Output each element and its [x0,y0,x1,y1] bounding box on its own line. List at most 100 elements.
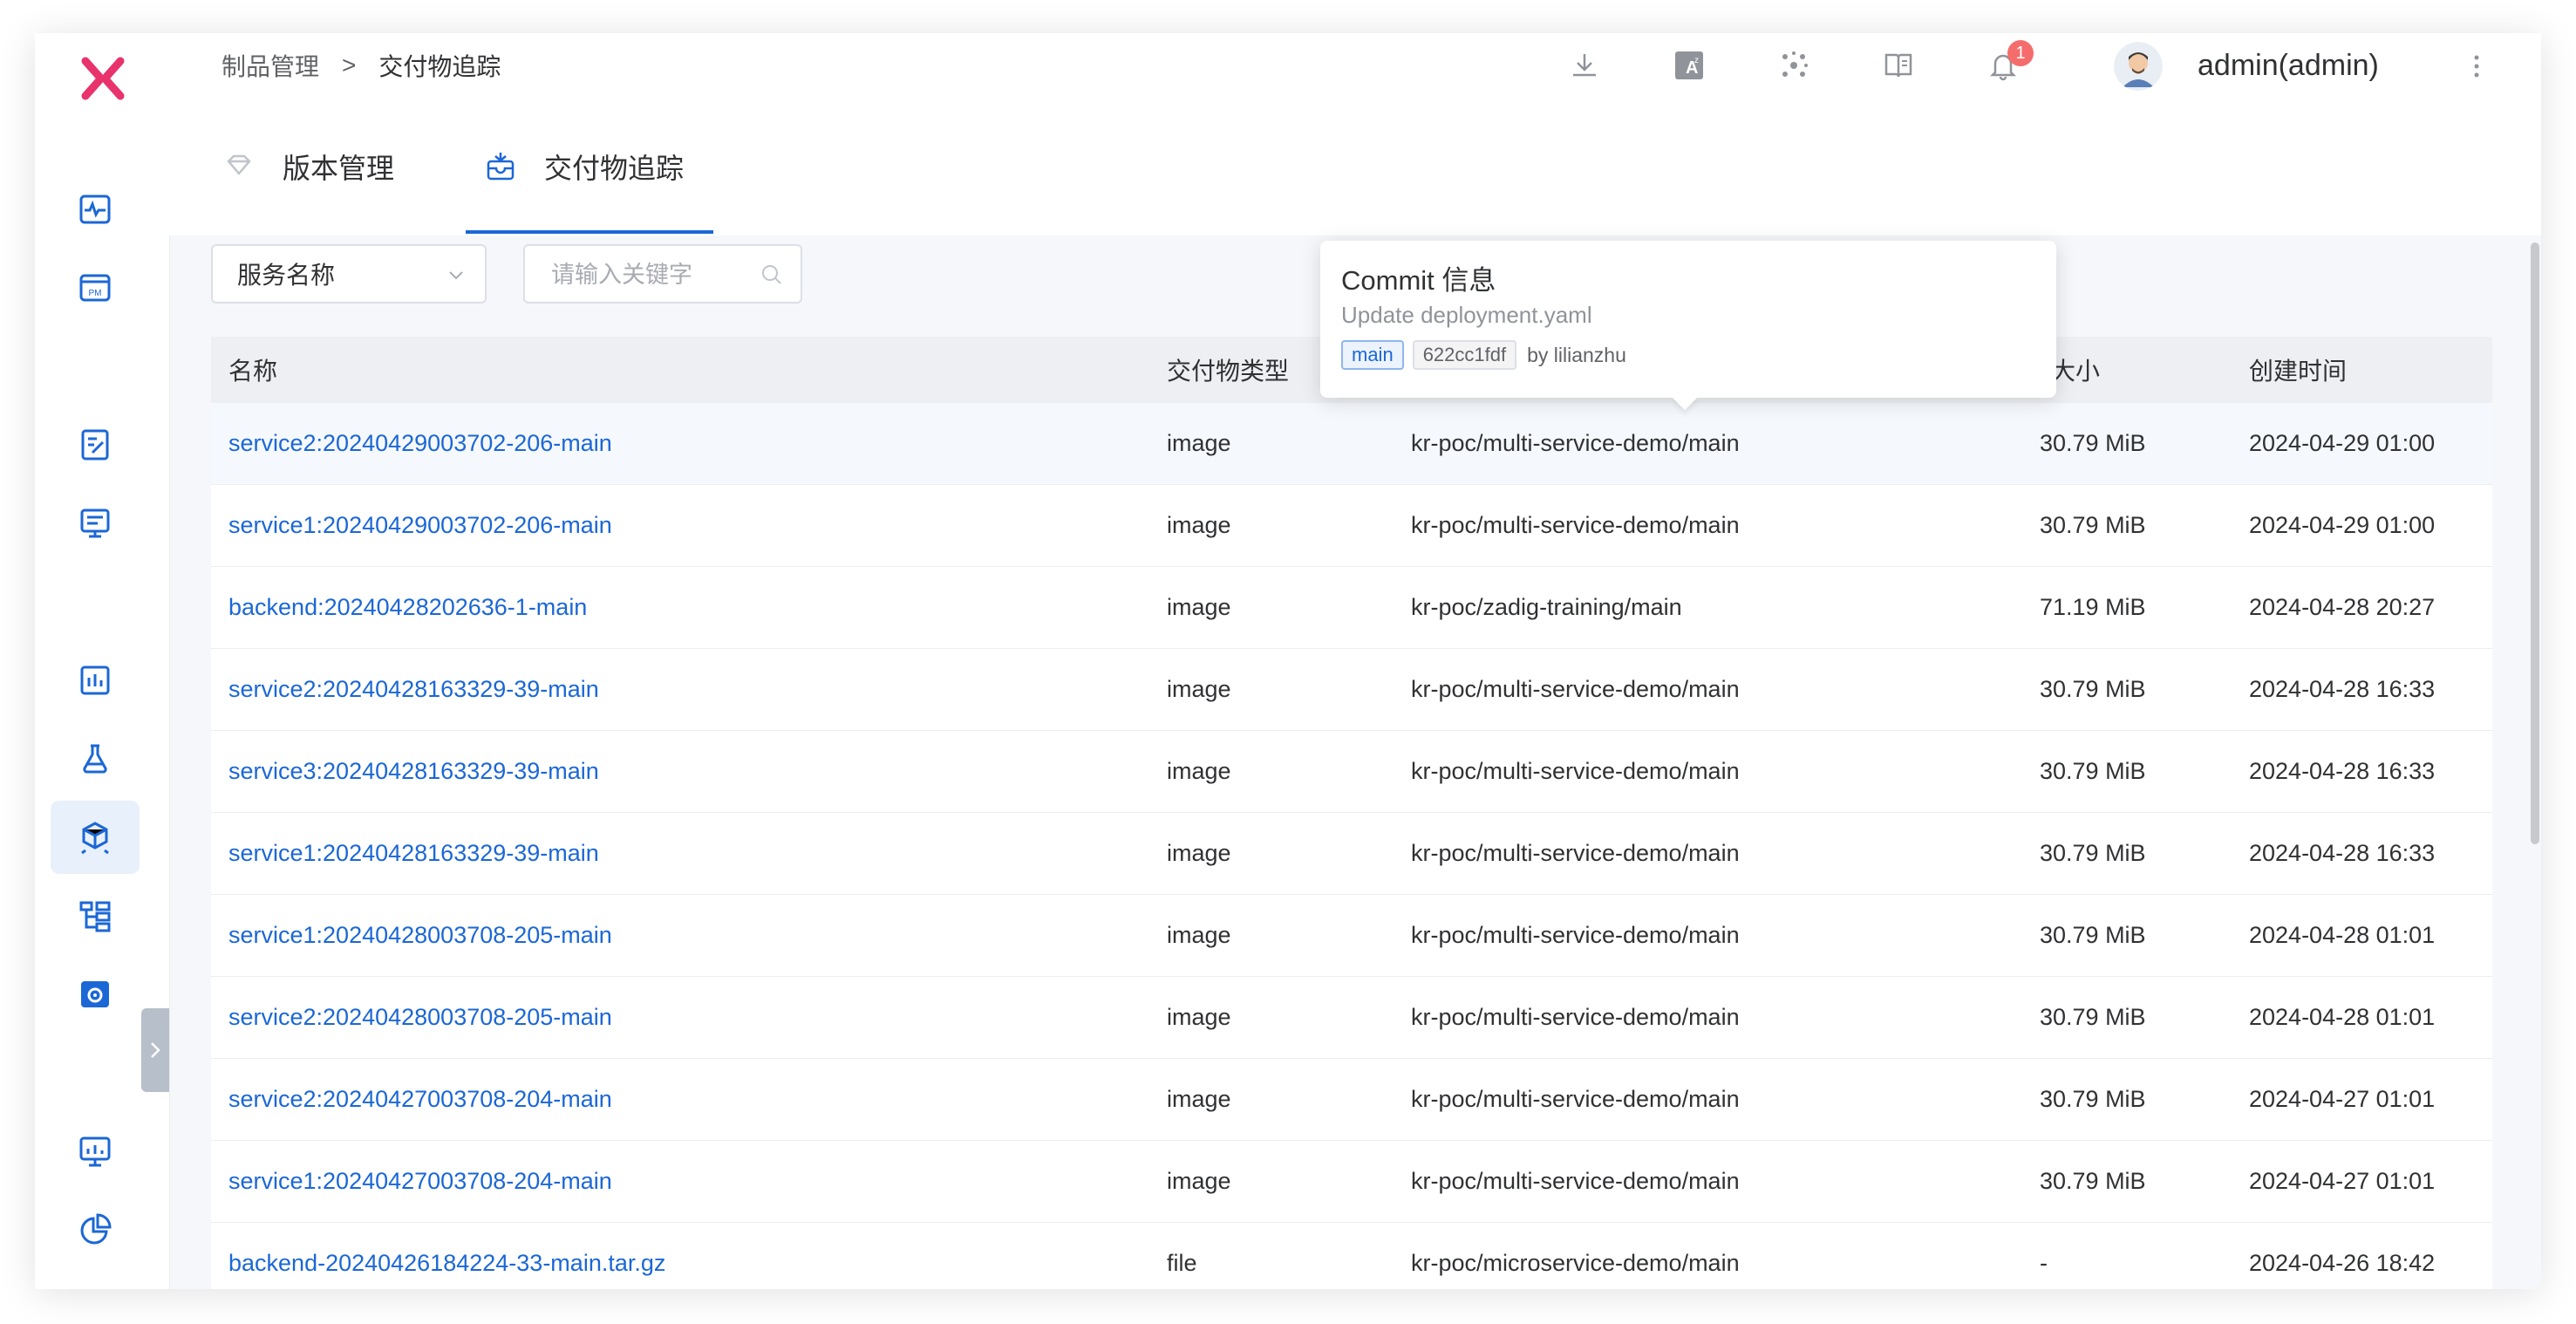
artifact-name-link[interactable]: service3:20240428163329-39-main [228,758,599,785]
tab-deliverable-tracking[interactable]: 交付物追踪 [483,98,684,235]
sidebar-collapse-handle[interactable] [141,1008,169,1092]
project-pm-icon[interactable]: PM [51,251,140,324]
dashboard-bars-icon[interactable] [51,644,140,717]
artifact-type: image [1167,1086,1231,1112]
translate-language-icon[interactable]: Az [1669,45,1709,85]
artifact-type: image [1167,676,1231,702]
notification-badge: 1 [2007,40,2034,66]
flask-test-icon[interactable] [51,722,140,795]
table-row[interactable]: service1:20240428163329-39-main image kr-p… [211,813,2492,895]
deliverables-table: 名称 交付物类型 像大小 创建时间 service2:2024042900370… [211,337,2492,1289]
table-row[interactable]: service2:20240429003702-206-main image kr-… [211,403,2492,485]
artifact-package-icon[interactable] [51,801,140,874]
table-row[interactable]: service1:20240428003708-205-main image kr-… [211,895,2492,977]
artifact-created-time: 2024-04-28 16:33 [2249,676,2436,702]
artifact-created-time: 2024-04-28 01:01 [2249,922,2436,948]
artifact-type: image [1167,1004,1231,1030]
artifact-repo: kr-poc/multi-service-demo/main [1411,430,1740,456]
artifact-repo: kr-poc/zadig-training/main [1411,594,1682,620]
sidebar: PM [35,33,170,1289]
chevron-down-icon [449,271,463,280]
artifact-name-link[interactable]: service2:20240429003702-206-main [228,430,612,457]
monitor-wave-icon[interactable] [51,173,140,246]
active-tab-indicator [466,230,713,234]
artifact-created-time: 2024-04-26 18:42 [2249,1250,2436,1276]
search-icon[interactable] [760,263,783,286]
service-name-select[interactable]: 服务名称 [211,244,487,304]
select-value: 服务名称 [237,262,336,289]
breadcrumb-parent[interactable]: 制品管理 [221,48,319,83]
package-box-icon [487,153,515,181]
artifact-type: image [1167,512,1231,538]
artifact-created-time: 2024-04-27 01:01 [2249,1168,2436,1194]
artifact-name-link[interactable]: service1:20240428163329-39-main [228,840,599,867]
artifact-type: image [1167,840,1231,866]
table-row[interactable]: service1:20240429003702-206-main image kr-… [211,485,2492,567]
table-row[interactable]: service2:20240428163329-39-main image kr-p… [211,649,2492,731]
artifact-created-time: 2024-04-29 01:00 [2249,430,2436,456]
branch-tag: main [1341,340,1404,370]
artifact-created-time: 2024-04-28 16:33 [2249,840,2436,866]
artifact-name-link[interactable]: service2:20240428003708-205-main [228,1004,612,1031]
settings-gear-icon[interactable] [51,958,140,1031]
table-row[interactable]: service2:20240428003708-205-main image kr-… [211,977,2492,1059]
table-row[interactable]: service1:20240427003708-204-main image kr-… [211,1141,2492,1223]
docs-book-icon[interactable] [1878,45,1918,85]
commit-meta: main 622cc1fdf by lilianzhu [1341,340,1626,370]
artifact-created-time: 2024-04-28 01:01 [2249,1004,2436,1030]
artifact-created-time: 2024-04-29 01:00 [2249,512,2436,538]
more-vertical-icon[interactable] [2468,47,2485,85]
zadig-logo-icon[interactable] [73,52,133,105]
chevron-right-icon [151,1042,160,1058]
tab-bar: 版本管理 交付物追踪 [169,98,2541,235]
notification-bell-icon[interactable]: 1 [1983,40,2034,85]
table-row[interactable]: backend-20240426184224-33-main.tar.gz fil… [211,1223,2492,1289]
artifact-size: 30.79 MiB [2040,1004,2146,1030]
artifact-type: image [1167,594,1231,620]
artifact-repo: kr-poc/multi-service-demo/main [1411,758,1740,784]
artifact-size: 30.79 MiB [2040,676,2146,702]
search-input[interactable] [525,246,762,304]
download-icon[interactable] [1564,45,1605,85]
username[interactable]: admin(admin) [2198,33,2379,98]
page-scrollbar[interactable] [2531,242,2539,844]
table-row[interactable]: service3:20240428163329-39-main image kr-p… [211,731,2492,813]
artifact-name-link[interactable]: backend-20240426184224-33-main.tar.gz [228,1250,665,1277]
artifact-size: 30.79 MiB [2040,1086,2146,1112]
artifact-repo: kr-poc/multi-service-demo/main [1411,1004,1740,1030]
artifact-size: 30.79 MiB [2040,512,2146,538]
artifact-created-time: 2024-04-28 16:33 [2249,758,2436,784]
tooltip-title: Commit 信息 [1341,265,1496,296]
artifact-name-link[interactable]: service1:20240429003702-206-main [228,512,612,539]
breadcrumb-separator: > [342,51,357,78]
table-row[interactable]: backend:20240428202636-1-main image kr-poc… [211,567,2492,649]
artifact-name-link[interactable]: service1:20240428003708-205-main [228,922,612,949]
artifact-type: file [1167,1250,1197,1276]
tab-version-management[interactable]: 版本管理 [221,98,394,235]
edit-document-icon[interactable] [51,408,140,481]
cluster-nodes-icon[interactable] [1774,45,1814,85]
artifact-size: - [2040,1250,2048,1276]
artifact-size: 30.79 MiB [2040,840,2146,866]
artifact-repo: kr-poc/multi-service-demo/main [1411,1168,1740,1194]
artifact-type: image [1167,1168,1231,1194]
release-screen-icon[interactable] [51,487,140,560]
column-header-name: 名称 [228,358,278,385]
table-row[interactable]: service2:20240427003708-204-main image kr-… [211,1059,2492,1141]
avatar[interactable] [2114,42,2163,91]
top-bar: 制品管理 > 交付物追踪 Az 1 admin(admin) [169,33,2541,99]
svg-text:z: z [1694,56,1699,65]
artifact-name-link[interactable]: backend:20240428202636-1-main [228,594,587,621]
app-window: PM 制品管理 > 交付物追踪 A z 1 admin(admin) 版本管理 … [35,33,2541,1289]
pie-chart-icon[interactable] [51,1193,140,1266]
commit-hash-tag[interactable]: 622cc1fdf [1412,340,1517,370]
artifact-size: 71.19 MiB [2040,594,2146,620]
artifact-repo: kr-poc/multi-service-demo/main [1411,676,1740,702]
monitor-chart-icon[interactable] [51,1115,140,1188]
artifact-name-link[interactable]: service2:20240427003708-204-main [228,1086,612,1113]
commit-info-tooltip: Commit 信息 Update deployment.yaml main 62… [1320,241,2056,411]
artifact-name-link[interactable]: service1:20240427003708-204-main [228,1168,612,1195]
workflow-tree-icon[interactable] [51,879,140,952]
artifact-repo: kr-poc/microservice-demo/main [1411,1250,1740,1276]
artifact-name-link[interactable]: service2:20240428163329-39-main [228,676,599,703]
